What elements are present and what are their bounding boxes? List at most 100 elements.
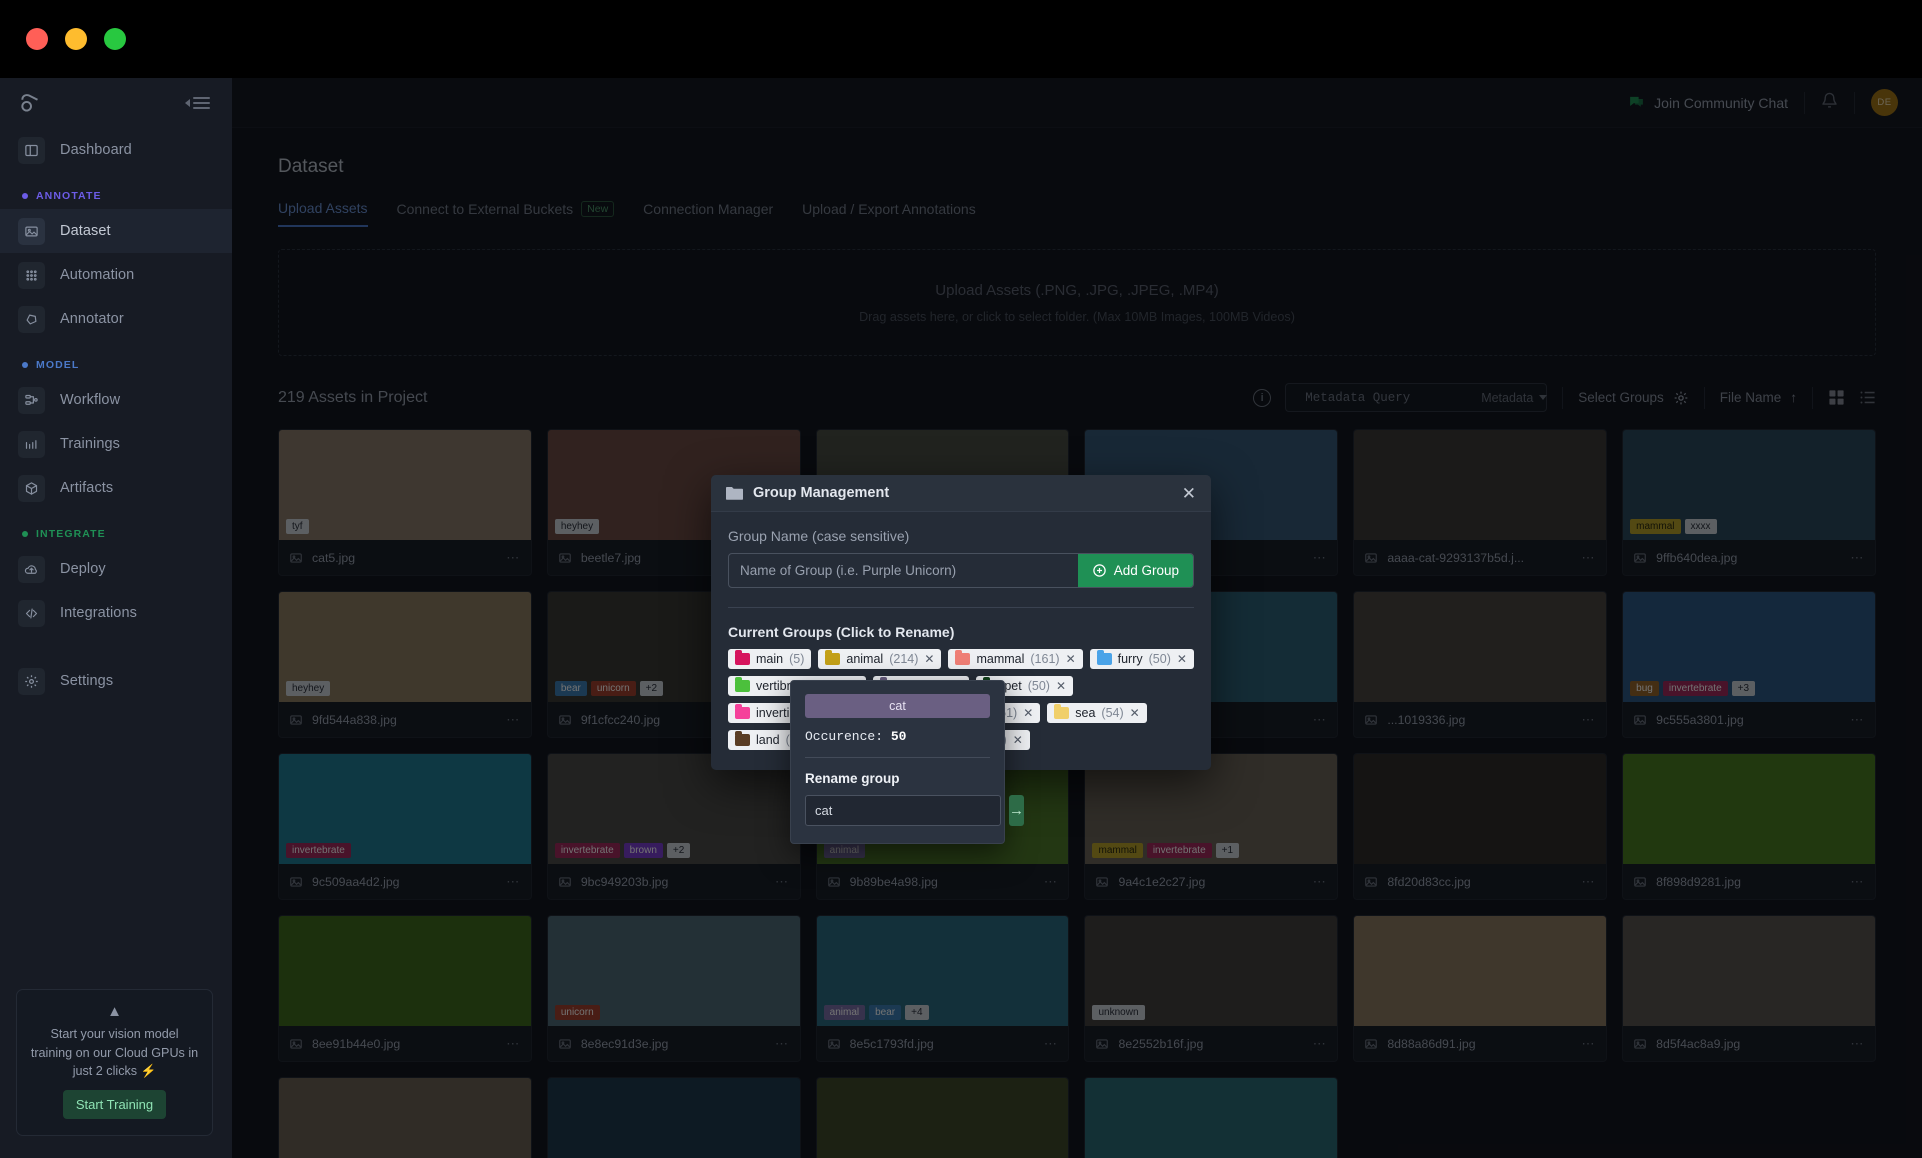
divider	[805, 757, 990, 758]
sidebar-item-settings[interactable]: Settings	[0, 659, 232, 703]
add-group-button[interactable]: Add Group	[1077, 554, 1193, 587]
folder-icon	[735, 650, 750, 665]
section-dot	[22, 193, 28, 199]
group-chip[interactable]: main (5)	[728, 649, 812, 669]
sidebar-section-integrate: INTEGRATE	[0, 510, 232, 547]
rename-row: →	[805, 795, 1024, 826]
popover-occurrence: Occurence: 50	[805, 729, 990, 744]
window-close-button[interactable]	[26, 28, 48, 50]
remove-group-icon[interactable]: ✕	[1056, 679, 1066, 693]
group-chip[interactable]: mammal (161) ✕	[948, 649, 1083, 669]
remove-group-icon[interactable]: ✕	[924, 652, 934, 666]
sidebar-item-dataset[interactable]: Dataset	[0, 209, 232, 253]
folder-icon	[825, 650, 841, 665]
chart-icon	[18, 430, 45, 458]
rename-input[interactable]	[805, 795, 1001, 826]
section-label: MODEL	[36, 359, 80, 371]
chevrons-up-icon: ▲	[107, 1003, 122, 1021]
chevron-left-icon	[185, 99, 190, 107]
collapse-sidebar-button[interactable]	[185, 94, 210, 112]
section-dot	[22, 362, 28, 368]
remove-group-icon[interactable]: ✕	[1066, 652, 1076, 666]
group-chip-count: (214)	[889, 652, 919, 666]
group-chip-name: main	[756, 652, 784, 666]
sidebar-item-label: Artifacts	[60, 480, 114, 496]
workflow-icon	[18, 386, 45, 414]
sidebar: Dashboard ANNOTATE Dataset Automation Annot…	[0, 78, 232, 1158]
grid-dots-icon	[18, 261, 45, 289]
occurrence-value: 50	[890, 729, 907, 744]
group-name-row: Add Group	[728, 553, 1194, 588]
promo-text: Start your vision model training on our …	[30, 1027, 199, 1078]
group-chip[interactable]: animal (214) ✕	[818, 649, 942, 669]
modal-header: Group Management ✕	[711, 475, 1211, 512]
folder-icon	[955, 650, 971, 665]
group-name-input[interactable]	[729, 554, 1078, 587]
sidebar-item-annotator[interactable]: Annotator	[0, 297, 232, 341]
add-group-label: Add Group	[1113, 563, 1179, 578]
app-window: Dashboard ANNOTATE Dataset Automation Annot…	[0, 0, 1922, 1158]
folder-icon	[1096, 650, 1112, 665]
sidebar-item-trainings[interactable]: Trainings	[0, 422, 232, 466]
remove-group-icon[interactable]: ✕	[1177, 652, 1187, 666]
image-icon	[18, 217, 45, 245]
group-name-title: Group Name	[728, 528, 809, 544]
folder-icon	[735, 704, 750, 719]
folder-icon	[735, 731, 750, 746]
folder-icon	[726, 487, 743, 500]
group-chip-count: (50)	[1148, 652, 1171, 666]
gear-icon	[18, 667, 45, 695]
section-label: ANNOTATE	[36, 190, 102, 202]
group-chip[interactable]: sea (54) ✕	[1047, 703, 1147, 723]
section-dot	[22, 531, 28, 537]
sidebar-sections: ANNOTATE Dataset Automation Annotator MODEL W…	[0, 172, 232, 635]
sidebar-item-label: Deploy	[60, 561, 106, 577]
cloud-upload-icon	[18, 555, 45, 583]
folder-icon	[735, 677, 750, 692]
modal-title: Group Management	[726, 485, 889, 501]
brand-logo-icon[interactable]	[18, 90, 44, 116]
occurrence-label: Occurence:	[805, 729, 884, 744]
dashboard-icon	[18, 136, 45, 164]
popover-group-chip: cat	[805, 694, 990, 718]
code-icon	[18, 599, 45, 627]
close-icon[interactable]: ✕	[1182, 485, 1196, 502]
menu-icon	[193, 94, 210, 112]
sidebar-item-automation[interactable]: Automation	[0, 253, 232, 297]
sidebar-section-annotate: ANNOTATE	[0, 172, 232, 209]
section-label: INTEGRATE	[36, 528, 106, 540]
sidebar-item-label: Workflow	[60, 392, 121, 408]
sidebar-item-artifacts[interactable]: Artifacts	[0, 466, 232, 510]
group-chip-count: (5)	[789, 652, 805, 666]
cube-icon	[18, 474, 45, 502]
remove-group-icon[interactable]: ✕	[1023, 706, 1033, 720]
sidebar-item-label: Trainings	[60, 436, 120, 452]
sidebar-item-label: Dashboard	[60, 142, 132, 158]
group-chip-name: sea	[1075, 706, 1096, 720]
group-chip[interactable]: furry (50) ✕	[1089, 649, 1194, 669]
window-minimize-button[interactable]	[65, 28, 87, 50]
start-training-button[interactable]: Start Training	[62, 1090, 167, 1119]
sidebar-item-label: Annotator	[60, 311, 124, 327]
group-chip-count: (54)	[1101, 706, 1124, 720]
modal-title-label: Group Management	[753, 485, 890, 501]
current-groups-label: Current Groups (Click to Rename)	[728, 624, 955, 640]
rename-group-popover: cat Occurence: 50 Rename group →	[790, 680, 1024, 844]
remove-group-icon[interactable]: ✕	[1013, 733, 1023, 747]
sidebar-item-label: Integrations	[60, 605, 137, 621]
sidebar-item-integrations[interactable]: Integrations	[0, 591, 232, 635]
remove-group-icon[interactable]: ✕	[1130, 706, 1140, 720]
folder-icon	[1054, 704, 1070, 719]
window-zoom-button[interactable]	[104, 28, 126, 50]
group-name-hint: (case sensitive)	[812, 528, 910, 544]
sidebar-item-dashboard[interactable]: Dashboard	[0, 128, 232, 172]
sidebar-item-deploy[interactable]: Deploy	[0, 547, 232, 591]
sidebar-item-label: Automation	[60, 267, 135, 283]
rename-group-label: Rename group	[805, 771, 900, 786]
promo-card: ▲ Start your vision model training on ou…	[16, 989, 213, 1136]
sidebar-item-workflow[interactable]: Workflow	[0, 378, 232, 422]
rename-submit-button[interactable]: →	[1009, 795, 1024, 826]
group-chip-count: (161)	[1030, 652, 1060, 666]
group-name-label: Group Name (case sensitive)	[728, 528, 1194, 544]
polygon-icon	[18, 305, 45, 333]
